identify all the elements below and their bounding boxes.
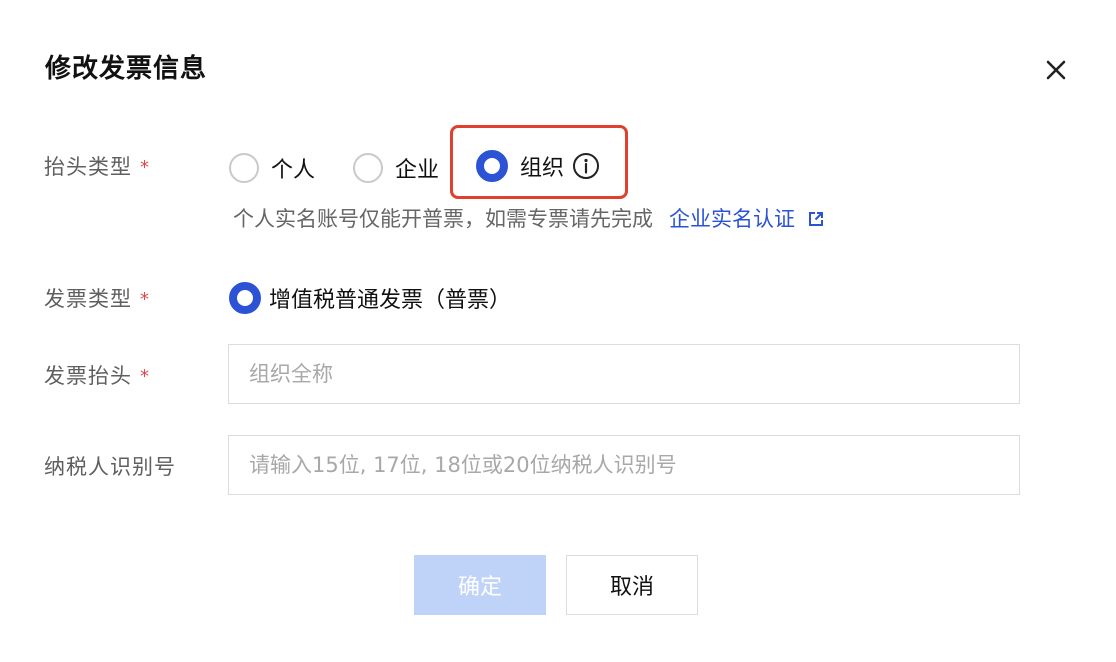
radio-organization[interactable]: 组织: [476, 150, 600, 182]
header-type-hint: 个人实名账号仅能开普票，如需专票请先完成 企业实名认证: [233, 203, 825, 233]
radio-vat-normal[interactable]: 增值税普通发票（普票）: [229, 282, 511, 314]
taxpayer-id-input[interactable]: [228, 435, 1020, 495]
header-type-label-text: 抬头类型: [44, 155, 132, 179]
radio-circle[interactable]: [353, 153, 383, 183]
invoice-title-label: 发票抬头 *: [44, 360, 150, 390]
radio-circle-checked[interactable]: [229, 282, 261, 314]
enterprise-verify-link-text[interactable]: 企业实名认证: [669, 203, 795, 233]
taxpayer-id-label: 纳税人识别号: [44, 455, 176, 479]
radio-personal-label: 个人: [271, 158, 316, 183]
invoice-type-label-text: 发票类型: [44, 287, 132, 311]
radio-vat-normal-label: 增值税普通发票（普票）: [269, 288, 512, 313]
header-type-label: 抬头类型 *: [44, 151, 150, 181]
invoice-type-label: 发票类型 *: [44, 283, 150, 313]
required-mark: *: [140, 289, 150, 310]
dialog-title: 修改发票信息: [45, 54, 208, 84]
radio-organization-label: 组织: [520, 156, 565, 181]
invoice-title-input[interactable]: [228, 344, 1020, 404]
edit-invoice-dialog: 修改发票信息 抬头类型 * 个人 企业 组织 个人实名账号仅能开普票，如需专票请先…: [0, 0, 1116, 662]
radio-personal[interactable]: 个人: [229, 152, 315, 184]
required-mark: *: [140, 157, 150, 178]
external-link-icon[interactable]: [807, 209, 825, 227]
hint-text: 个人实名账号仅能开普票，如需专票请先完成: [233, 207, 653, 231]
radio-enterprise[interactable]: 企业: [353, 152, 439, 184]
enterprise-verify-link[interactable]: 企业实名认证: [669, 203, 825, 233]
radio-circle-checked[interactable]: [476, 150, 508, 182]
close-icon[interactable]: [1040, 54, 1072, 86]
confirm-button[interactable]: 确定: [414, 555, 546, 615]
radio-circle[interactable]: [229, 153, 259, 183]
radio-enterprise-label: 企业: [395, 158, 440, 183]
cancel-button[interactable]: 取消: [566, 555, 698, 615]
invoice-title-label-text: 发票抬头: [44, 364, 132, 388]
info-icon[interactable]: [572, 152, 600, 180]
required-mark: *: [140, 366, 150, 387]
